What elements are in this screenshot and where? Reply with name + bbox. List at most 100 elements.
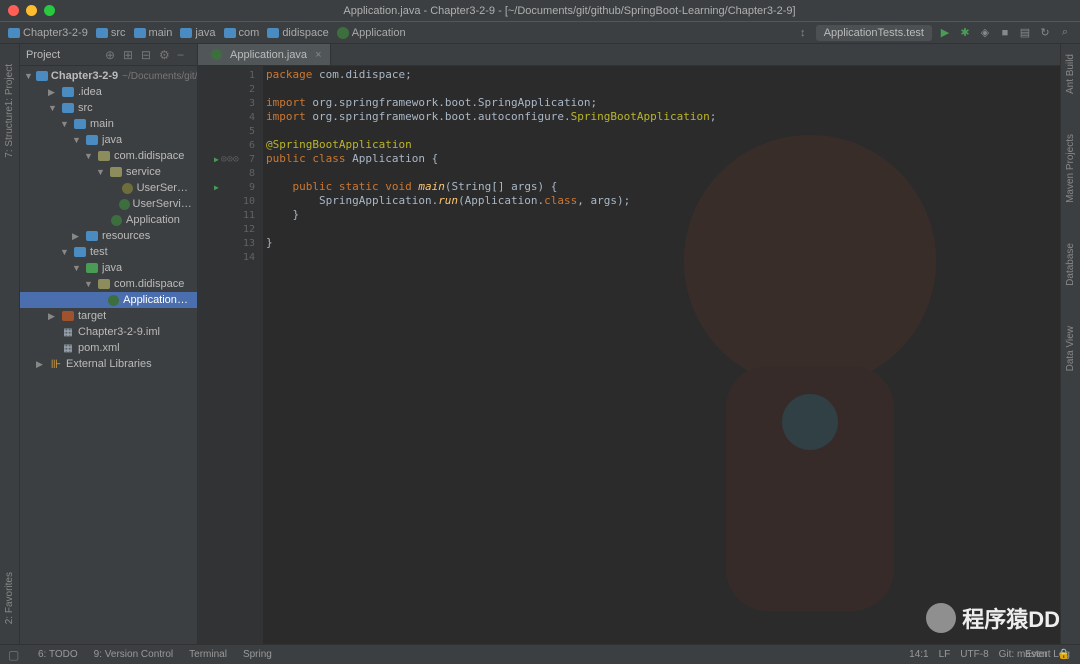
- rail-button[interactable]: Data View: [1065, 326, 1076, 371]
- gutter-line[interactable]: 3: [198, 96, 263, 110]
- watermark: 程序猿DD: [926, 602, 1060, 634]
- collapse-all-icon[interactable]: ⊟: [141, 48, 155, 62]
- messages-icon[interactable]: ▢: [8, 648, 22, 662]
- right-tool-rail: Ant Build Maven Projects Database Data View: [1060, 44, 1080, 644]
- tree-node[interactable]: ▼service: [20, 164, 197, 180]
- tree-node[interactable]: ▦pom.xml: [20, 340, 197, 356]
- run-marker-icon[interactable]: ▶: [214, 155, 219, 164]
- tree-node[interactable]: ▶target: [20, 308, 197, 324]
- gutter-line[interactable]: 8: [198, 166, 263, 180]
- gear-icon[interactable]: ⚙: [159, 48, 173, 62]
- line-separator[interactable]: LF: [939, 649, 951, 660]
- folder-icon: [74, 119, 86, 129]
- breadcrumb[interactable]: Chapter3-2-9 srcmain javacom didispace Appli…: [8, 27, 406, 39]
- encoding[interactable]: UTF-8: [960, 649, 988, 660]
- search-icon[interactable]: ⌕: [1058, 26, 1072, 40]
- gutter-line[interactable]: 11: [198, 208, 263, 222]
- rail-button[interactable]: Database: [1065, 243, 1076, 286]
- tree-node[interactable]: ▦Chapter3-2-9.iml: [20, 324, 197, 340]
- gutter-line[interactable]: 6: [198, 138, 263, 152]
- class-icon: [111, 215, 122, 226]
- rail-button[interactable]: 2: Favorites: [4, 572, 15, 624]
- tree-node[interactable]: ▶resources: [20, 228, 197, 244]
- gutter-line[interactable]: ▶9: [198, 180, 263, 194]
- tree-node[interactable]: ▼java: [20, 260, 197, 276]
- gutter-line[interactable]: 1: [198, 68, 263, 82]
- tree-node[interactable]: ▼main: [20, 116, 197, 132]
- breadcrumb-item[interactable]: Chapter3-2-9: [8, 27, 88, 39]
- file-icon: ▦: [63, 327, 72, 338]
- rail-button[interactable]: 7: Structure: [4, 106, 15, 158]
- coverage-icon[interactable]: ◈: [978, 26, 992, 40]
- breadcrumb-item[interactable]: main: [134, 27, 173, 39]
- tree-node[interactable]: ▶⊪External Libraries: [20, 356, 197, 372]
- gutter-line[interactable]: 5: [198, 124, 263, 138]
- bottom-tool-button[interactable]: 9: Version Control: [94, 649, 174, 660]
- bottom-tool-button[interactable]: 6: TODO: [38, 649, 78, 660]
- folder-icon: [62, 87, 74, 97]
- tree-node[interactable]: UserService: [20, 180, 197, 196]
- close-icon[interactable]: [8, 5, 19, 16]
- folder-icon: [86, 135, 98, 145]
- gutter-line[interactable]: 2: [198, 82, 263, 96]
- sync-icon[interactable]: ↻: [1038, 26, 1052, 40]
- layout-icon[interactable]: ▤: [1018, 26, 1032, 40]
- tree-node[interactable]: Application: [20, 212, 197, 228]
- folder-test-icon: [86, 263, 98, 273]
- tree-node[interactable]: ▼com.didispace: [20, 148, 197, 164]
- left-tool-rail: 1: Project7: Structure 2: Favorites: [0, 44, 20, 644]
- rail-button[interactable]: 1: Project: [4, 64, 15, 106]
- editor-body[interactable]: 123456▶⊙⊙⊙78▶91011121314 package com.did…: [198, 66, 1060, 644]
- folder-icon: [224, 28, 236, 38]
- wechat-icon: [926, 603, 956, 633]
- breadcrumb-item[interactable]: com: [224, 27, 260, 39]
- close-tab-icon[interactable]: ×: [315, 49, 321, 61]
- minimize-icon[interactable]: [26, 5, 37, 16]
- run-marker-icon[interactable]: ▶: [214, 183, 219, 192]
- rail-button[interactable]: Ant Build: [1065, 54, 1076, 94]
- code-content[interactable]: package com.didispace;import org.springf…: [263, 66, 1060, 644]
- tree-node[interactable]: ApplicationTests: [20, 292, 197, 308]
- project-tree[interactable]: ▼Chapter3-2-9~/Documents/git/githu▶.idea…: [20, 66, 197, 374]
- run-icon[interactable]: ▶: [938, 26, 952, 40]
- editor-tabs: Application.java ×: [198, 44, 1060, 66]
- stop-icon[interactable]: ■: [998, 26, 1012, 40]
- gutter-line[interactable]: 14: [198, 250, 263, 264]
- hide-icon[interactable]: −: [177, 48, 191, 62]
- bottom-tool-button[interactable]: Terminal: [189, 649, 227, 660]
- caret-position[interactable]: 14:1: [909, 649, 928, 660]
- breadcrumb-item[interactable]: Application: [337, 27, 406, 39]
- lock-icon[interactable]: 🔒: [1058, 649, 1070, 660]
- git-branch[interactable]: Git: master: [999, 649, 1048, 660]
- breadcrumb-item[interactable]: src: [96, 27, 126, 39]
- editor-tab[interactable]: Application.java ×: [198, 44, 331, 65]
- tree-node[interactable]: ▼src: [20, 100, 197, 116]
- breadcrumb-item[interactable]: didispace: [267, 27, 328, 39]
- package-icon: [110, 167, 122, 177]
- gutter-line[interactable]: 13: [198, 236, 263, 250]
- gutter-line[interactable]: 12: [198, 222, 263, 236]
- gutter-line[interactable]: 4: [198, 110, 263, 124]
- tree-node[interactable]: ▼com.didispace: [20, 276, 197, 292]
- leftright-icon[interactable]: ↕: [796, 26, 810, 40]
- debug-icon[interactable]: ✱: [958, 26, 972, 40]
- folder-icon: [180, 28, 192, 38]
- scroll-from-source-icon[interactable]: ⊕: [105, 48, 119, 62]
- expand-all-icon[interactable]: ⊞: [123, 48, 137, 62]
- gutter-line[interactable]: 10: [198, 194, 263, 208]
- tree-root[interactable]: ▼Chapter3-2-9~/Documents/git/githu: [20, 68, 197, 84]
- maximize-icon[interactable]: [44, 5, 55, 16]
- window-controls: [8, 5, 55, 16]
- tree-node[interactable]: UserServiceImpl: [20, 196, 197, 212]
- gutter[interactable]: 123456▶⊙⊙⊙78▶91011121314: [198, 66, 263, 644]
- run-config-selector[interactable]: ApplicationTests.test: [816, 25, 932, 41]
- titlebar: Application.java - Chapter3-2-9 - [~/Doc…: [0, 0, 1080, 22]
- tree-node[interactable]: ▼test: [20, 244, 197, 260]
- tree-node[interactable]: ▼java: [20, 132, 197, 148]
- editor-area: Application.java × 123456▶⊙⊙⊙78▶91011121…: [198, 44, 1060, 644]
- gutter-line[interactable]: ▶⊙⊙⊙7: [198, 152, 263, 166]
- bottom-tool-button[interactable]: Spring: [243, 649, 272, 660]
- breadcrumb-item[interactable]: java: [180, 27, 215, 39]
- rail-button[interactable]: Maven Projects: [1065, 134, 1076, 203]
- tree-node[interactable]: ▶.idea: [20, 84, 197, 100]
